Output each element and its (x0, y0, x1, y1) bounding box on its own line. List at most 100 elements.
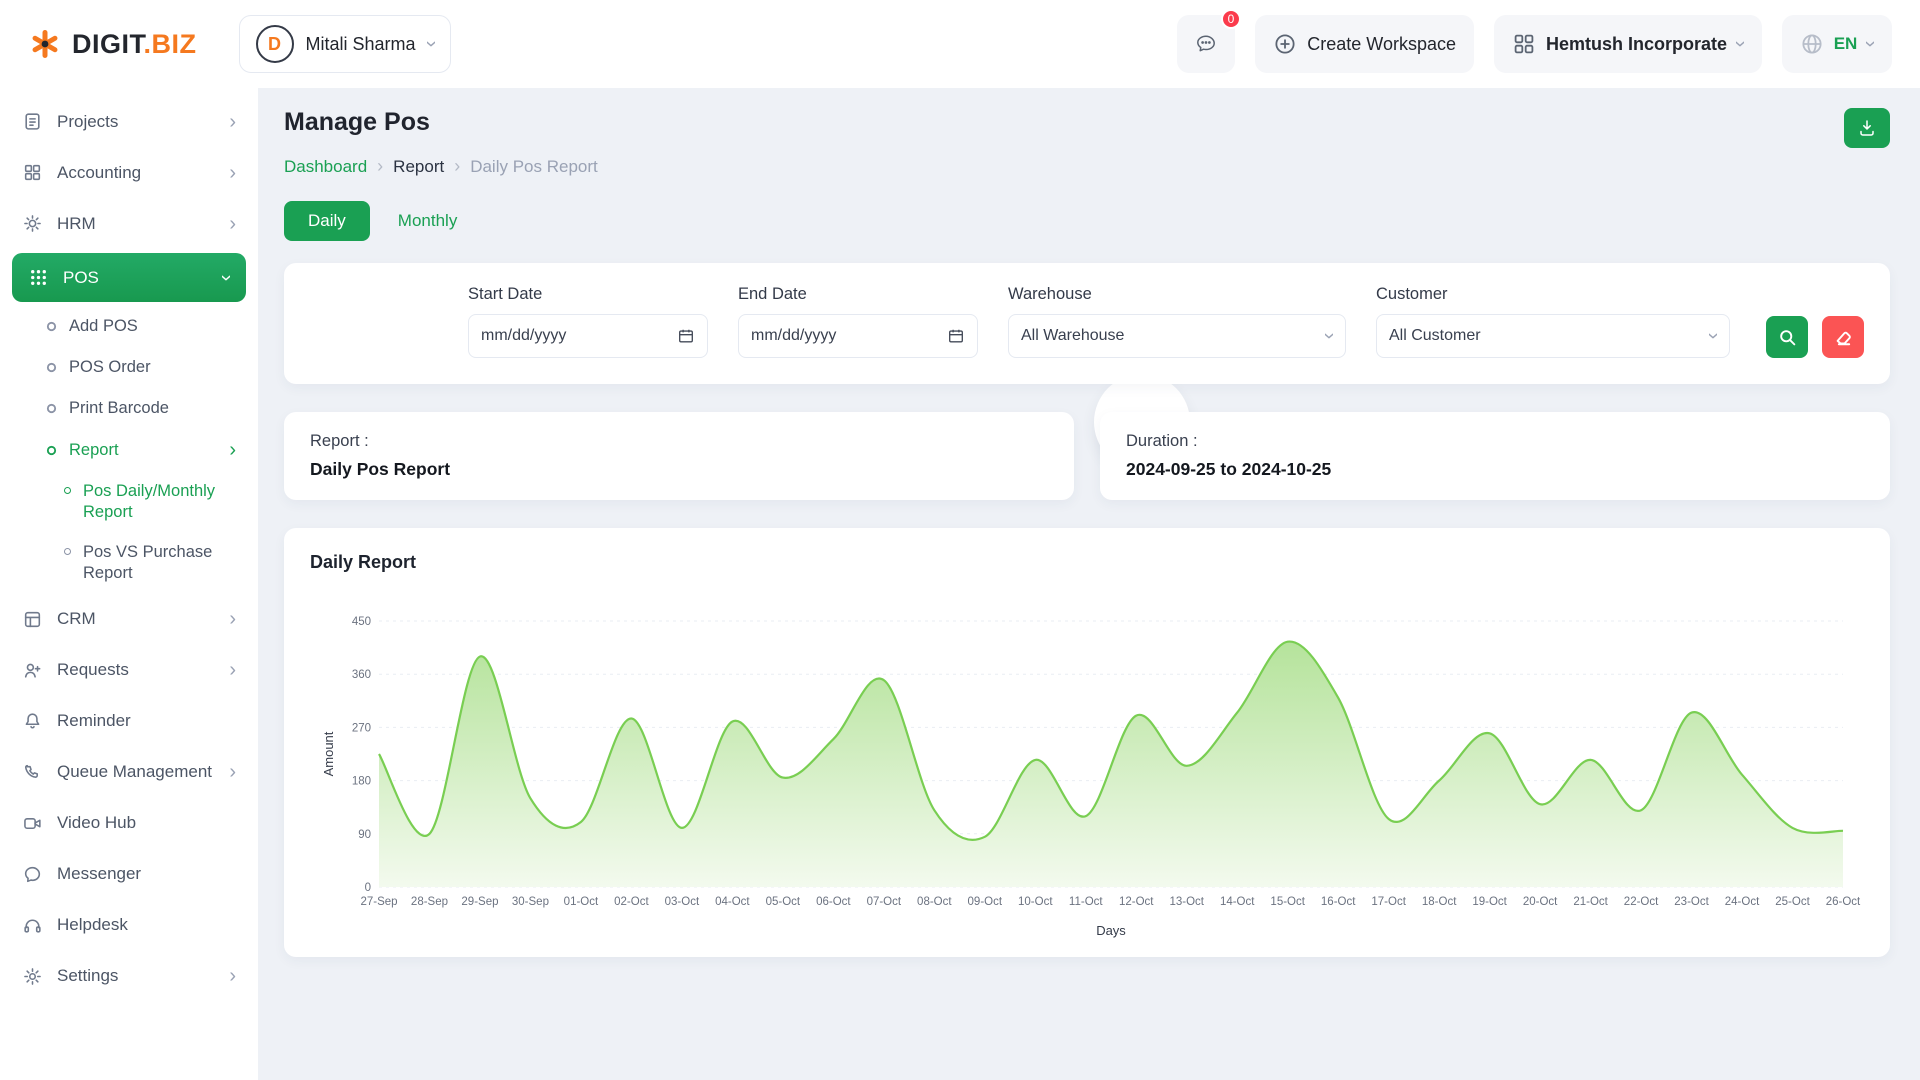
svg-text:27-Sep: 27-Sep (360, 896, 397, 908)
sidebar-item-crm[interactable]: CRM › (0, 594, 258, 645)
svg-text:08-Oct: 08-Oct (917, 896, 952, 908)
chevron-right-icon: › (229, 966, 236, 986)
breadcrumb: Dashboard › Report › Daily Pos Report (284, 156, 1890, 177)
user-name: Mitali Sharma (306, 34, 416, 55)
chevron-right-icon: › (229, 660, 236, 680)
workspace-selector[interactable]: Hemtush Incorporate › (1494, 15, 1762, 73)
phone-icon (22, 762, 43, 783)
start-date-field-group: Start Date mm/dd/yyyy (468, 285, 708, 358)
globe-icon (1800, 32, 1824, 56)
sidebar-item-print-barcode[interactable]: Print Barcode (0, 388, 258, 429)
report-label: Report : (310, 432, 1048, 451)
pos-grid-icon (28, 267, 49, 288)
dot-icon (64, 487, 71, 494)
sidebar-item-pos-order[interactable]: POS Order (0, 347, 258, 388)
sidebar: Projects › Accounting › HRM › POS › Add … (0, 88, 258, 1080)
svg-text:18-Oct: 18-Oct (1422, 896, 1457, 908)
projects-icon (22, 111, 43, 132)
duration-summary-card: Duration : 2024-09-25 to 2024-10-25 (1100, 412, 1890, 500)
svg-text:0: 0 (365, 882, 371, 894)
chevron-down-icon: › (1861, 41, 1881, 48)
chevron-right-icon: › (229, 609, 236, 629)
search-button[interactable] (1766, 316, 1808, 358)
sidebar-item-requests[interactable]: Requests › (0, 645, 258, 696)
svg-text:26-Oct: 26-Oct (1826, 896, 1861, 908)
gear-icon (22, 966, 43, 987)
svg-text:15-Oct: 15-Oct (1270, 896, 1305, 908)
chevron-right-icon: › (229, 163, 236, 183)
download-report-button[interactable] (1844, 108, 1890, 148)
svg-text:04-Oct: 04-Oct (715, 896, 750, 908)
svg-text:02-Oct: 02-Oct (614, 896, 649, 908)
sidebar-item-helpdesk[interactable]: Helpdesk (0, 900, 258, 951)
chart-title: Daily Report (310, 552, 1864, 573)
calendar-icon (947, 327, 965, 345)
svg-text:13-Oct: 13-Oct (1169, 896, 1204, 908)
page-title: Manage Pos (284, 108, 430, 137)
sidebar-item-video-hub[interactable]: Video Hub (0, 798, 258, 849)
warehouse-label: Warehouse (1008, 285, 1346, 304)
tab-monthly[interactable]: Monthly (384, 201, 472, 241)
workspace-name: Hemtush Incorporate (1546, 34, 1727, 55)
chat-bubble-icon (22, 864, 43, 885)
report-summary-card: Report : Daily Pos Report (284, 412, 1074, 500)
svg-text:Amount: Amount (321, 731, 336, 776)
download-icon (1857, 118, 1877, 138)
tab-daily[interactable]: Daily (284, 201, 370, 241)
duration-value: 2024-09-25 to 2024-10-25 (1126, 459, 1864, 480)
chevron-right-icon: › (377, 156, 383, 177)
accounting-icon (22, 162, 43, 183)
plus-circle-icon (1273, 32, 1297, 56)
svg-text:22-Oct: 22-Oct (1624, 896, 1659, 908)
sidebar-item-reminder[interactable]: Reminder (0, 696, 258, 747)
svg-text:360: 360 (352, 669, 371, 681)
daily-report-chart-card: Daily Report 09018027036045027-Sep28-Sep… (284, 528, 1890, 957)
end-date-input[interactable]: mm/dd/yyyy (738, 314, 978, 358)
sidebar-item-pos-vs-purchase-report[interactable]: Pos VS Purchase Report (0, 532, 258, 593)
sidebar-item-report[interactable]: Report › (0, 429, 258, 471)
sidebar-item-messenger[interactable]: Messenger (0, 849, 258, 900)
breadcrumb-report[interactable]: Report (393, 157, 444, 177)
sidebar-item-hrm[interactable]: HRM › (0, 198, 258, 249)
circle-icon (46, 445, 57, 456)
sidebar-item-queue-management[interactable]: Queue Management › (0, 747, 258, 798)
app-logo: DIGIT.BIZ (28, 27, 197, 61)
reset-filter-button[interactable] (1822, 316, 1864, 358)
chat-icon (1194, 32, 1218, 56)
svg-text:28-Sep: 28-Sep (411, 896, 448, 908)
user-switcher[interactable]: D Mitali Sharma › (239, 15, 452, 73)
language-selector[interactable]: EN › (1782, 15, 1892, 73)
report-period-tabs: Daily Monthly (284, 201, 1890, 241)
customer-field-group: Customer All Customer › (1376, 285, 1730, 358)
end-date-label: End Date (738, 285, 978, 304)
end-date-field-group: End Date mm/dd/yyyy (738, 285, 978, 358)
messages-button[interactable]: 0 (1177, 15, 1235, 73)
sidebar-item-pos-daily-monthly-report[interactable]: Pos Daily/Monthly Report (0, 471, 258, 532)
svg-text:06-Oct: 06-Oct (816, 896, 851, 908)
svg-text:10-Oct: 10-Oct (1018, 896, 1053, 908)
warehouse-select[interactable]: All Warehouse › (1008, 314, 1346, 358)
create-workspace-button[interactable]: Create Workspace (1255, 15, 1474, 73)
breadcrumb-dashboard[interactable]: Dashboard (284, 157, 367, 177)
hrm-icon (22, 213, 43, 234)
svg-text:19-Oct: 19-Oct (1472, 896, 1507, 908)
svg-text:180: 180 (352, 776, 371, 788)
chevron-right-icon: › (229, 440, 236, 460)
start-date-input[interactable]: mm/dd/yyyy (468, 314, 708, 358)
svg-text:270: 270 (352, 722, 371, 734)
crm-icon (22, 609, 43, 630)
sidebar-item-pos[interactable]: POS › (12, 253, 246, 302)
sidebar-item-settings[interactable]: Settings › (0, 951, 258, 1002)
calendar-icon (677, 327, 695, 345)
svg-text:11-Oct: 11-Oct (1069, 896, 1103, 908)
sidebar-item-projects[interactable]: Projects › (0, 96, 258, 147)
sidebar-item-accounting[interactable]: Accounting › (0, 147, 258, 198)
customer-select[interactable]: All Customer › (1376, 314, 1730, 358)
warehouse-field-group: Warehouse All Warehouse › (1008, 285, 1346, 358)
svg-text:16-Oct: 16-Oct (1321, 896, 1356, 908)
sidebar-item-add-pos[interactable]: Add POS (0, 306, 258, 347)
language-code: EN (1834, 34, 1858, 54)
chevron-down-icon: › (421, 41, 441, 48)
dot-icon (64, 548, 71, 555)
svg-text:21-Oct: 21-Oct (1573, 896, 1608, 908)
